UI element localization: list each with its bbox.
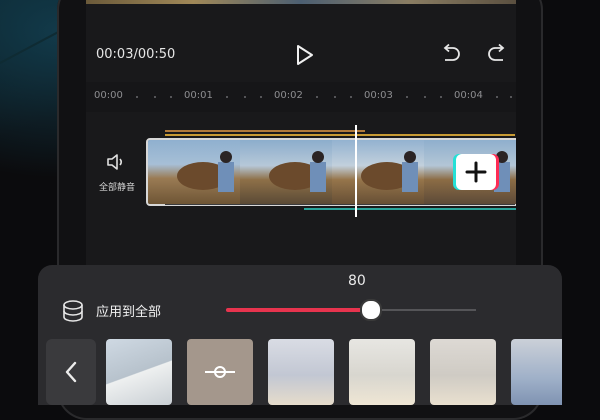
adjust-panel: 80 应用到全部 [38, 265, 562, 405]
filter-thumb[interactable] [106, 339, 172, 405]
filter-thumb[interactable] [349, 339, 415, 405]
redo-icon[interactable] [486, 43, 508, 65]
mute-all-label: 全部静音 [98, 183, 135, 193]
intensity-slider-thumb[interactable] [360, 299, 382, 321]
ruler-dot [170, 96, 172, 98]
video-preview-edge [86, 0, 516, 4]
ruler-tick: 00:00 [94, 90, 123, 101]
filter-list [46, 339, 562, 405]
ruler-dot [496, 96, 498, 98]
apply-to-all-label[interactable]: 应用到全部 [96, 301, 161, 320]
back-button[interactable] [46, 339, 96, 405]
ruler-dot [350, 96, 352, 98]
ruler-dot [260, 96, 262, 98]
ruler-dot [334, 96, 336, 98]
track-baseline [165, 204, 515, 205]
mute-all-button[interactable]: 全部静音 [92, 150, 142, 196]
filter-thumb[interactable] [268, 339, 334, 405]
ruler-dot [424, 96, 426, 98]
ruler-tick: 00:01 [184, 90, 213, 101]
audio-line-orange [165, 130, 365, 132]
ruler-tick: 00:02 [274, 90, 303, 101]
playback-controls: 00:03/00:50 [86, 38, 516, 72]
filter-thumb[interactable] [511, 339, 562, 405]
timeline-ruler[interactable]: 00:00 00:01 00:02 00:03 00:04 [86, 82, 516, 112]
ruler-tick: 00:04 [454, 90, 483, 101]
undo-icon[interactable] [440, 43, 462, 65]
ruler-dot [316, 96, 318, 98]
play-icon[interactable] [292, 43, 316, 67]
ruler-dot [440, 96, 442, 98]
slider-adjust-icon [205, 366, 235, 378]
audio-line-gold [165, 134, 515, 136]
ruler-tick: 00:03 [364, 90, 393, 101]
playhead[interactable] [355, 125, 357, 217]
add-clip-button[interactable] [456, 154, 496, 190]
ruler-dot [226, 96, 228, 98]
speaker-icon [107, 154, 123, 170]
editor-screen: 00:03/00:50 00:00 00:01 00:02 00:03 00:0… [86, 0, 516, 270]
ruler-dot [244, 96, 246, 98]
ruler-dot [510, 96, 512, 98]
ruler-dot [154, 96, 156, 98]
time-display: 00:03/00:50 [96, 47, 176, 62]
filter-thumb[interactable] [430, 339, 496, 405]
slider-value: 80 [348, 273, 366, 289]
intensity-slider-fill [226, 308, 370, 312]
plus-icon [465, 161, 487, 183]
filter-thumb-none[interactable] [187, 339, 253, 405]
ruler-dot [136, 96, 138, 98]
layers-icon[interactable] [62, 299, 84, 323]
chevron-left-icon [65, 361, 77, 383]
audio-line-teal [304, 208, 516, 210]
ruler-dot [406, 96, 408, 98]
